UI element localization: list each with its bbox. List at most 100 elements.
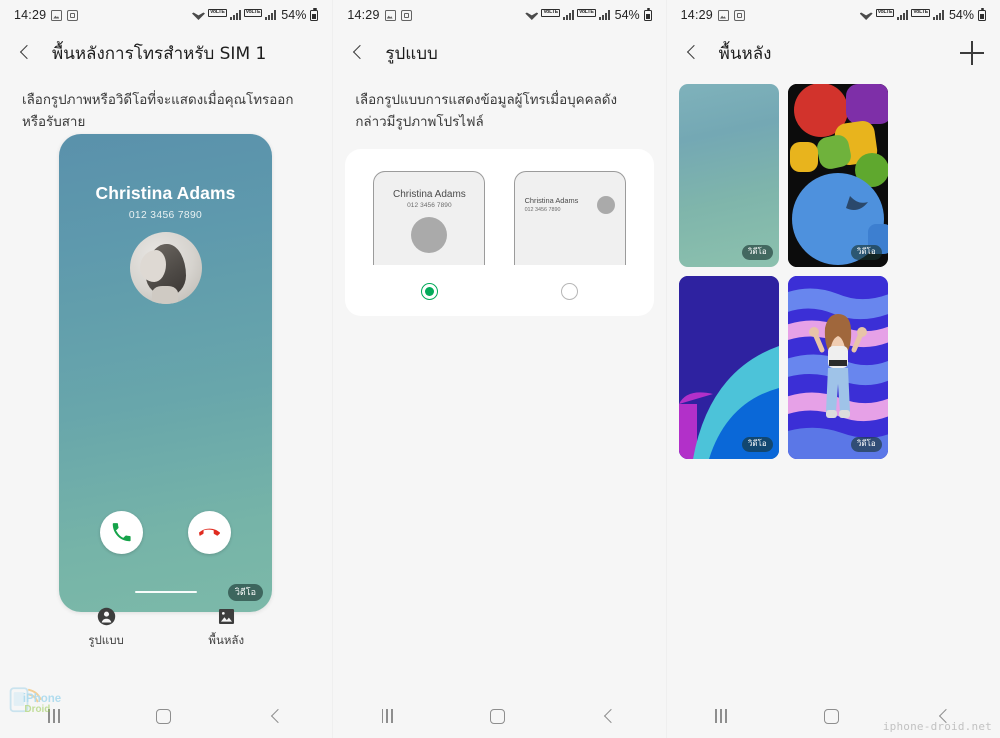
video-badge: วิดีโอ [741,437,773,452]
style-radio-centered[interactable] [420,283,438,301]
panel-style-picker: 14:29 VoLTE VoLTE 54% รูปแบบ เลือกรูปแบบ… [333,0,667,738]
call-preview-area: Christina Adams 012 3456 7890 วิดีโอ รูป… [0,134,332,694]
indigo-curves-art [678,276,779,459]
back-nav-icon[interactable] [268,708,284,724]
screen-capture-icon [400,9,412,21]
tab-style[interactable]: รูปแบบ [46,607,166,650]
navigation-bar [333,694,666,738]
app-bar: รูปแบบ [333,30,665,76]
status-bar-right: VoLTE VoLTE 54% [860,7,986,22]
page-title: พื้นหลัง [718,43,772,64]
volte-label-1: VoLTE [541,8,560,18]
status-bar: 14:29 VoLTE VoLTE 54% [0,0,332,30]
status-bar: 14:29 VoLTE VoLTE 54% [667,0,1000,30]
status-time: 14:29 [347,8,380,22]
style-preview-number: 012 3456 7890 [407,202,452,210]
status-bar-left: 14:29 [681,8,745,22]
home-icon[interactable] [156,708,172,724]
home-indicator [134,590,197,594]
signal-bars-icon-2 [932,10,944,20]
status-time: 14:29 [14,8,47,22]
recents-icon[interactable] [381,709,394,723]
ar-emoji-art [787,276,888,459]
back-nav-icon[interactable] [601,708,617,724]
screen-capture-icon [733,9,745,21]
back-icon[interactable] [683,43,703,63]
page-description: เลือกรูปแบบการแสดงข้อมูลผู้โทรเมื่อบุคคล… [355,93,618,131]
battery-percent: 54% [614,8,640,22]
wallpaper-thumb-ar-emoji[interactable]: วิดีโอ [787,276,888,459]
volte-label-2: VoLTE [243,8,263,18]
caller-name: Christina Adams [95,183,236,204]
panel-wallpaper-gallery: 14:29 VoLTE VoLTE 54% พื้นหลัง วิดีโอ วิ… [666,0,1000,738]
volte-label-2: VoLTE [576,8,596,18]
volte-label-1: VoLTE [875,8,895,18]
style-option-left-aligned[interactable]: Christina Adams 012 3456 7890 [513,171,626,301]
app-bar: พื้นหลังการโทรสำหรับ SIM 1 [0,30,332,76]
battery-percent: 54% [948,8,974,22]
signal-bars-icon-1 [229,10,241,20]
battery-icon [643,7,652,21]
home-icon[interactable] [489,708,505,724]
video-badge: วิดีโอ [741,245,773,260]
status-time: 14:29 [680,8,713,22]
battery-icon [310,7,319,21]
wallpaper-thumb-indigo[interactable]: วิดีโอ [678,276,779,459]
style-preview-name: Christina Adams [393,189,466,201]
image-icon [218,608,234,625]
signal-bars-icon-2 [265,10,277,20]
signal-bars-icon-1 [562,10,574,20]
page-title: รูปแบบ [385,43,438,64]
photo-icon [384,9,396,21]
style-options-sheet: Christina Adams 012 3456 7890 Christina … [345,149,654,317]
navigation-bar [0,694,333,738]
wallpaper-grid: วิดีโอ วิดีโอ วิดีโอ วิดีโอ [667,76,1000,694]
style-preview-avatar [411,217,448,254]
tab-background[interactable]: พื้นหลัง [166,607,286,650]
battery-icon [977,7,986,21]
back-icon[interactable] [349,43,369,63]
bottom-tab-bar: รูปแบบ พื้นหลัง [0,607,332,650]
recents-icon[interactable] [715,709,727,723]
style-option-centered[interactable]: Christina Adams 012 3456 7890 [373,171,486,301]
wallpaper-thumb-shapes[interactable]: วิดีโอ [787,84,888,267]
person-icon [97,607,115,626]
decline-call-button[interactable] [188,511,232,555]
add-icon[interactable] [959,41,984,65]
panel-call-background: 14:29 VoLTE VoLTE 54% พื้นหลังการโทรสำหร… [0,0,334,738]
style-preview-avatar [596,196,615,215]
call-action-buttons [59,511,272,555]
photo-icon [717,9,729,21]
status-bar: 14:29 VoLTE VoLTE 54% [333,0,665,30]
video-badge: วิดีโอ [850,245,882,260]
tab-background-label: พื้นหลัง [208,633,245,647]
style-radio-left-aligned[interactable] [561,283,579,301]
page-description: เลือกรูปภาพหรือวิดีโอที่จะแสดงเมื่อคุณโท… [22,93,294,131]
wifi-icon [525,10,538,20]
signal-bars-icon-1 [897,10,909,20]
battery-percent: 54% [281,8,307,22]
back-nav-icon[interactable] [936,708,952,724]
recents-icon[interactable] [48,709,60,723]
style-preview-left: Christina Adams 012 3456 7890 [513,171,626,266]
status-bar-right: VoLTE VoLTE 54% [525,7,652,22]
style-preview-number: 012 3456 7890 [524,206,561,213]
volte-label-1: VoLTE [207,8,227,18]
wifi-icon [860,10,873,20]
status-bar-left: 14:29 [14,8,79,22]
video-badge: วิดีโอ [850,437,882,452]
accept-call-button[interactable] [99,511,143,555]
video-badge: วิดีโอ [227,584,263,602]
back-icon[interactable] [16,43,36,63]
wallpaper-thumb-teal[interactable]: วิดีโอ [678,84,779,267]
wifi-icon [192,10,205,20]
style-preview-centered: Christina Adams 012 3456 7890 [373,171,486,266]
call-preview-card[interactable]: Christina Adams 012 3456 7890 วิดีโอ [59,134,272,613]
page-title: พื้นหลังการโทรสำหรับ SIM 1 [52,43,267,64]
status-bar-right: VoLTE VoLTE 54% [192,7,319,22]
screenshot-triptych: 14:29 VoLTE VoLTE 54% พื้นหลังการโทรสำหร… [0,0,1000,738]
home-icon[interactable] [823,708,839,724]
caller-number: 012 3456 7890 [128,210,203,222]
avatar [129,232,202,305]
shapes-art [787,84,888,267]
